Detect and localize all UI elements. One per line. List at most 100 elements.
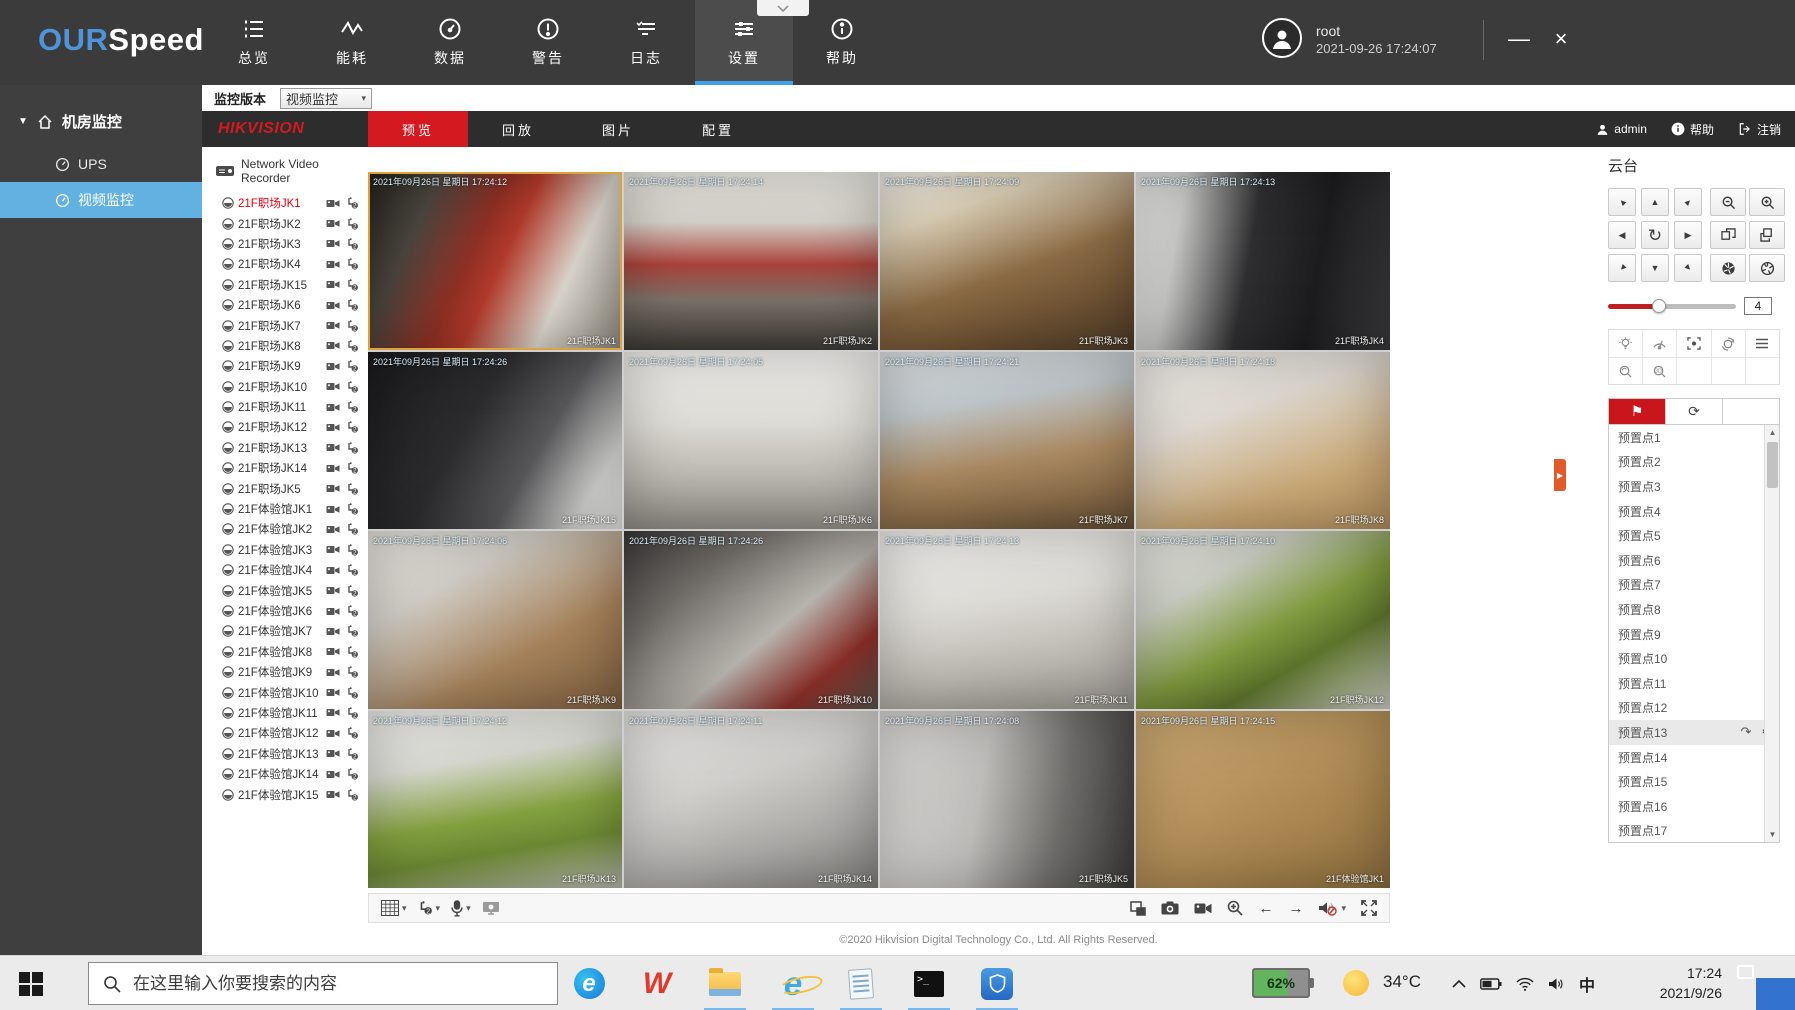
camera-list-item[interactable]: 21F体验馆JK4 2	[210, 560, 368, 580]
camera-list-item[interactable]: 21F职场JK1 2	[210, 193, 368, 213]
iris-close-button[interactable]	[1710, 254, 1746, 282]
pattern-tab[interactable]	[1722, 399, 1779, 424]
tray-chevron-up-icon[interactable]	[1452, 979, 1466, 988]
ptz-speed-slider[interactable]	[1608, 304, 1736, 309]
zoom-out-button[interactable]	[1710, 188, 1746, 216]
preset-item[interactable]: 预置点1 ↷ ⚙	[1609, 425, 1779, 450]
record-camera-icon[interactable]	[326, 320, 340, 331]
video-tile[interactable]: 2021年09月26日 星期日 17:24:05 21F职场JK6	[624, 352, 878, 530]
lens-init-button[interactable]	[1711, 330, 1745, 357]
video-tile[interactable]: 2021年09月26日 星期日 17:24:18 21F职场JK8	[1136, 352, 1390, 530]
record-camera-icon[interactable]	[326, 463, 340, 474]
camera-list-item[interactable]: 21F体验馆JK6 2	[210, 601, 368, 621]
search-input[interactable]	[133, 974, 513, 994]
zoom-3d-button[interactable]: 3D	[1642, 358, 1676, 384]
taskbar-ie-icon[interactable]: e	[764, 956, 822, 1010]
ptz-auto-scan-button[interactable]: ↻	[1641, 221, 1669, 249]
stream-type-icon[interactable]: 2	[346, 707, 359, 719]
logout-link[interactable]: 注销	[1738, 121, 1781, 138]
stream-type-icon[interactable]: 2	[346, 238, 359, 250]
video-tile[interactable]: 2021年09月26日 星期日 17:24:21 21F职场JK7	[880, 352, 1134, 530]
camera-list-item[interactable]: 21F体验馆JK11 2	[210, 703, 368, 723]
record-camera-icon[interactable]	[326, 585, 340, 596]
record-camera-icon[interactable]	[326, 667, 340, 678]
light-button[interactable]	[1609, 330, 1642, 357]
stream-type-icon[interactable]: 2	[346, 585, 359, 597]
record-camera-icon[interactable]	[326, 483, 340, 494]
preset-item[interactable]: 预置点3 ↷ ⚙	[1609, 474, 1779, 499]
stream-type-icon[interactable]: 2	[346, 421, 359, 433]
snapshot-button[interactable]	[1161, 901, 1179, 915]
stream-type-icon[interactable]: 2	[346, 789, 359, 801]
video-tile[interactable]: 2021年09月26日 星期日 17:24:12 21F职场JK1	[368, 172, 622, 350]
preset-item[interactable]: 预置点11 ↷ ⚙	[1609, 671, 1779, 696]
nvr-device-node[interactable]: Network Video Recorder	[210, 147, 368, 193]
camera-list-item[interactable]: 21F体验馆JK14 2	[210, 764, 368, 784]
camera-list-item[interactable]: 21F体验馆JK10 2	[210, 682, 368, 702]
stream-type-icon[interactable]: 2	[346, 258, 359, 270]
monitor-type-select[interactable]: 视频监控 ▾	[280, 88, 372, 109]
stream-type-icon[interactable]: 2	[346, 462, 359, 474]
stream-type-icon[interactable]: 2	[346, 687, 359, 699]
tab-preview[interactable]: 预览	[368, 111, 468, 147]
stream-type-icon[interactable]: 2	[346, 197, 359, 209]
stream-type-icon[interactable]: 2	[346, 646, 359, 658]
two-way-audio-button[interactable]	[482, 901, 500, 916]
record-button[interactable]	[1194, 902, 1212, 915]
camera-list-item[interactable]: 21F体验馆JK9 2	[210, 662, 368, 682]
camera-list-item[interactable]: 21F体验馆JK1 2	[210, 499, 368, 519]
record-camera-icon[interactable]	[326, 769, 340, 780]
taskbar-search[interactable]	[88, 962, 558, 1005]
ptz-left-button[interactable]: ◀	[1608, 221, 1636, 249]
nav-item-data[interactable]: 数据	[401, 0, 499, 85]
record-camera-icon[interactable]	[326, 626, 340, 637]
record-camera-icon[interactable]	[326, 361, 340, 372]
record-camera-icon[interactable]	[326, 646, 340, 657]
help-link[interactable]: 帮助	[1671, 121, 1714, 138]
stream-type-icon[interactable]: 2	[346, 564, 359, 576]
sidebar-item-ups[interactable]: UPS	[0, 146, 202, 182]
iris-open-button[interactable]	[1749, 254, 1785, 282]
stream-type-icon[interactable]: 2	[346, 299, 359, 311]
next-page-button[interactable]: →	[1288, 901, 1303, 916]
video-tile[interactable]: 2021年09月26日 星期日 17:24:13 21F职场JK11	[880, 531, 1134, 709]
camera-list-item[interactable]: 21F职场JK13 2	[210, 438, 368, 458]
battery-percent-badge[interactable]: 62%	[1252, 968, 1310, 998]
record-camera-icon[interactable]	[326, 544, 340, 555]
camera-list-item[interactable]: 21F体验馆JK2 2	[210, 519, 368, 539]
menu-button[interactable]	[1745, 330, 1779, 357]
record-camera-icon[interactable]	[326, 504, 340, 515]
stream-type-icon[interactable]: 2	[346, 605, 359, 617]
nav-item-alarm[interactable]: 警告	[499, 0, 597, 85]
taskbar-wps-icon[interactable]: W	[628, 956, 686, 1010]
stop-all-button[interactable]	[1130, 901, 1146, 916]
preset-item[interactable]: 预置点7 ↷ ⚙	[1609, 573, 1779, 598]
camera-list-item[interactable]: 21F职场JK5 2	[210, 478, 368, 498]
ptz-down-button[interactable]: ▼	[1641, 254, 1669, 282]
camera-list-item[interactable]: 21F体验馆JK12 2	[210, 723, 368, 743]
video-tile[interactable]: 2021年09月26日 星期日 17:24:11 21F职场JK14	[624, 711, 878, 889]
record-camera-icon[interactable]	[326, 381, 340, 392]
tab-playback[interactable]: 回放	[468, 111, 568, 147]
record-camera-icon[interactable]	[326, 259, 340, 270]
camera-list-item[interactable]: 21F职场JK15 2	[210, 275, 368, 295]
camera-list-item[interactable]: 21F职场JK3 2	[210, 234, 368, 254]
tray-volume-icon[interactable]	[1548, 977, 1565, 991]
camera-list-item[interactable]: 21F职场JK12 2	[210, 417, 368, 437]
ptz-down-right-button[interactable]: ▲	[1674, 254, 1702, 282]
nav-item-log[interactable]: 日志	[597, 0, 695, 85]
wiper-button[interactable]	[1642, 330, 1676, 357]
taskbar-cmd-icon[interactable]: >_	[900, 956, 958, 1010]
record-camera-icon[interactable]	[326, 198, 340, 209]
camera-list-item[interactable]: 21F体验馆JK13 2	[210, 744, 368, 764]
tray-battery-icon[interactable]	[1480, 978, 1502, 990]
stream-type-icon[interactable]: 2	[346, 340, 359, 352]
record-camera-icon[interactable]	[326, 748, 340, 759]
preset-item[interactable]: 预置点15 ↷ ⚙	[1609, 769, 1779, 794]
preset-item[interactable]: 预置点6 ↷ ⚙	[1609, 548, 1779, 573]
stream-type-icon[interactable]: 2	[346, 503, 359, 515]
record-camera-icon[interactable]	[326, 402, 340, 413]
video-tile[interactable]: 2021年09月26日 星期日 17:24:12 21F职场JK13	[368, 711, 622, 889]
taskbar-file-explorer-icon[interactable]	[696, 956, 754, 1010]
stream-type-icon[interactable]: 2	[346, 544, 359, 556]
